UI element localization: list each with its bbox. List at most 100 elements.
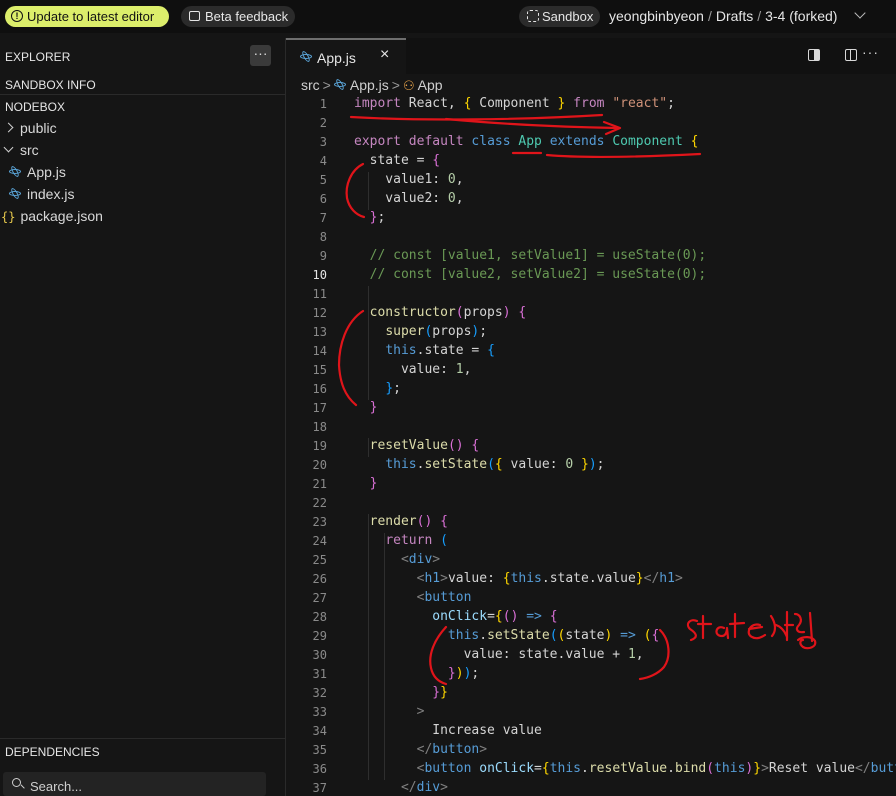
info-icon: ! <box>11 10 23 22</box>
sandbox-info-heading[interactable]: SANDBOX INFO <box>5 78 96 92</box>
close-icon[interactable]: × <box>380 46 389 64</box>
tab-label: App.js <box>317 50 356 66</box>
line-number: 19 <box>312 439 327 453</box>
tab-app-js[interactable]: App.js × <box>286 38 406 74</box>
line-number: 10 <box>312 268 327 282</box>
crumb-sep: / <box>707 8 712 24</box>
breadcrumb-symbol[interactable]: App <box>418 77 443 93</box>
line-number: 17 <box>312 401 327 415</box>
code-line: constructor(props) { <box>369 305 527 320</box>
dependency-search-input[interactable]: Search... <box>3 772 266 796</box>
line-number: 33 <box>312 705 327 719</box>
code-line: <button onClick={this.resetValue.bind(th… <box>416 761 896 776</box>
file-breadcrumb: src > App.js > ⚇ App <box>301 77 443 94</box>
react-icon <box>9 166 21 178</box>
beta-feedback-button[interactable]: Beta feedback <box>181 6 295 27</box>
code-line: // const [value2, setValue2] = useState(… <box>354 267 707 282</box>
update-editor-label: Update to latest editor <box>27 9 155 24</box>
dependencies-heading[interactable]: DEPENDENCIES <box>5 745 100 759</box>
sandbox-badge[interactable]: Sandbox <box>519 6 600 27</box>
code-line: state = { <box>354 153 441 168</box>
code-editor[interactable]: 1 import React, { Component } from "react… <box>286 96 896 796</box>
code-line: export default class App extends Compone… <box>354 134 699 149</box>
nodebox-heading[interactable]: NODEBOX <box>5 100 65 114</box>
line-number: 26 <box>312 572 327 586</box>
code-line: <h1>value: {this.state.value}</h1> <box>416 571 683 586</box>
toggle-preview-icon[interactable] <box>808 49 820 61</box>
search-placeholder: Search... <box>30 779 83 794</box>
folder-src[interactable]: src <box>3 142 39 158</box>
explorer-heading: EXPLORER <box>5 50 71 64</box>
update-editor-button[interactable]: ! Update to latest editor <box>5 6 169 27</box>
line-number: 1 <box>319 97 327 111</box>
code-line: onClick={() => { <box>432 609 558 624</box>
code-line: return ( <box>385 533 448 548</box>
code-line: render() { <box>369 514 448 529</box>
project-breadcrumb: yeongbinbyeon / Drafts/3-4 (forked) <box>609 8 837 24</box>
file-app-js[interactable]: App.js <box>9 164 66 180</box>
file-index-js[interactable]: index.js <box>9 186 74 202</box>
owner-link[interactable]: yeongbinbyeon <box>609 8 704 24</box>
breadcrumb-sep: > <box>322 77 331 93</box>
folder-label: src <box>20 142 39 158</box>
project-name[interactable]: 3-4 (forked) <box>765 8 837 24</box>
chevron-right-icon <box>3 122 14 133</box>
react-icon <box>333 79 346 91</box>
beta-feedback-label: Beta feedback <box>205 9 289 24</box>
line-number: 34 <box>312 724 327 738</box>
split-editor-icon[interactable] <box>845 49 857 61</box>
line-number: 13 <box>312 325 327 339</box>
line-number: 4 <box>319 154 327 168</box>
code-line: }; <box>369 210 386 225</box>
react-icon <box>300 51 312 63</box>
code-line: value: 1, <box>354 362 472 377</box>
code-line: this.state = { <box>385 343 495 358</box>
line-number: 5 <box>319 173 327 187</box>
chevron-down-icon[interactable] <box>854 7 866 19</box>
sandbox-icon <box>527 10 539 22</box>
line-number: 16 <box>312 382 327 396</box>
tab-strip: ··· <box>406 38 896 74</box>
top-bar: ! Update to latest editor Beta feedback … <box>0 0 896 33</box>
line-number: 23 <box>312 515 327 529</box>
line-number: 7 <box>319 211 327 225</box>
line-number: 2 <box>319 116 327 130</box>
folder-label: public <box>20 120 57 136</box>
code-line: value1: 0, <box>354 172 464 187</box>
code-line: import React, { Component } from "react"… <box>354 96 675 111</box>
line-number: 37 <box>312 781 327 795</box>
code-line: <button <box>416 590 472 605</box>
sidebar: EXPLORER ··· SANDBOX INFO NODEBOX public… <box>0 38 286 796</box>
code-line: }} <box>432 685 448 700</box>
line-number: 30 <box>312 648 327 662</box>
breadcrumb-src[interactable]: src <box>301 77 320 93</box>
editor-more-button[interactable]: ··· <box>862 44 879 60</box>
chat-icon <box>189 11 200 21</box>
line-number: 15 <box>312 363 327 377</box>
explorer-menu-button[interactable]: ··· <box>250 45 271 66</box>
search-icon <box>12 778 21 787</box>
sandbox-label: Sandbox <box>542 9 594 24</box>
file-label: App.js <box>27 164 66 180</box>
code-line: } <box>369 400 378 415</box>
line-number: 28 <box>312 610 327 624</box>
line-number: 8 <box>319 230 327 244</box>
react-icon <box>9 188 21 200</box>
dependencies-section: DEPENDENCIES <box>0 738 285 759</box>
file-label: package.json <box>20 208 103 224</box>
code-line: value2: 0, <box>354 191 464 206</box>
divider <box>0 94 285 95</box>
code-line: value: state.value + 1, <box>354 647 644 662</box>
code-line: }; <box>385 381 401 396</box>
file-package-json[interactable]: {} package.json <box>1 208 103 224</box>
code-line: } <box>369 476 378 491</box>
breadcrumb-file[interactable]: App.js <box>350 77 389 93</box>
folder-link[interactable]: Drafts <box>716 8 753 24</box>
code-line: })); <box>447 666 480 681</box>
folder-public[interactable]: public <box>3 120 57 136</box>
editor-pane: App.js × ··· src > App.js > ⚇ App 1 import Rea… <box>286 38 896 796</box>
breadcrumb-sep: > <box>391 77 400 93</box>
line-number: 12 <box>312 306 327 320</box>
line-number: 25 <box>312 553 327 567</box>
line-number: 3 <box>319 135 327 149</box>
